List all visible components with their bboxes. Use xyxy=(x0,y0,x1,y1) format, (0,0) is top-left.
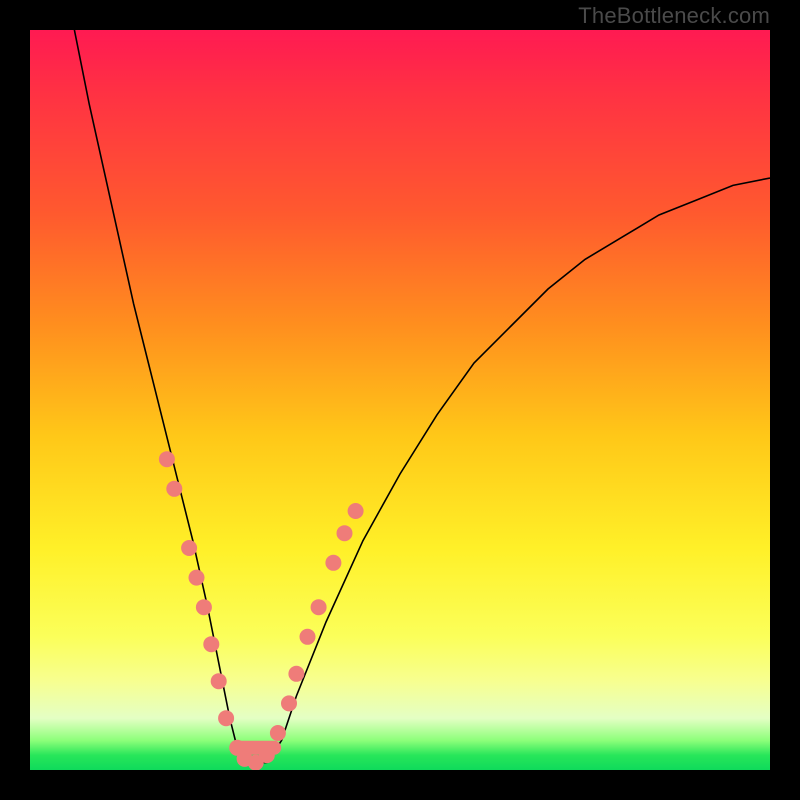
data-marker xyxy=(166,481,182,497)
data-marker xyxy=(211,673,227,689)
data-marker xyxy=(181,540,197,556)
data-marker xyxy=(281,695,297,711)
data-marker xyxy=(189,570,205,586)
curve-svg xyxy=(30,30,770,770)
marker-layer xyxy=(159,451,364,770)
data-marker xyxy=(311,599,327,615)
watermark-text: TheBottleneck.com xyxy=(578,3,770,29)
bottleneck-curve xyxy=(74,30,770,763)
data-marker xyxy=(270,725,286,741)
data-marker xyxy=(196,599,212,615)
data-marker xyxy=(203,636,219,652)
plot-area xyxy=(30,30,770,770)
data-marker xyxy=(325,555,341,571)
data-marker xyxy=(300,629,316,645)
data-marker xyxy=(218,710,234,726)
data-marker xyxy=(288,666,304,682)
data-marker xyxy=(348,503,364,519)
chart-frame: TheBottleneck.com xyxy=(0,0,800,800)
data-marker xyxy=(259,747,275,763)
data-marker xyxy=(159,451,175,467)
data-marker xyxy=(337,525,353,541)
